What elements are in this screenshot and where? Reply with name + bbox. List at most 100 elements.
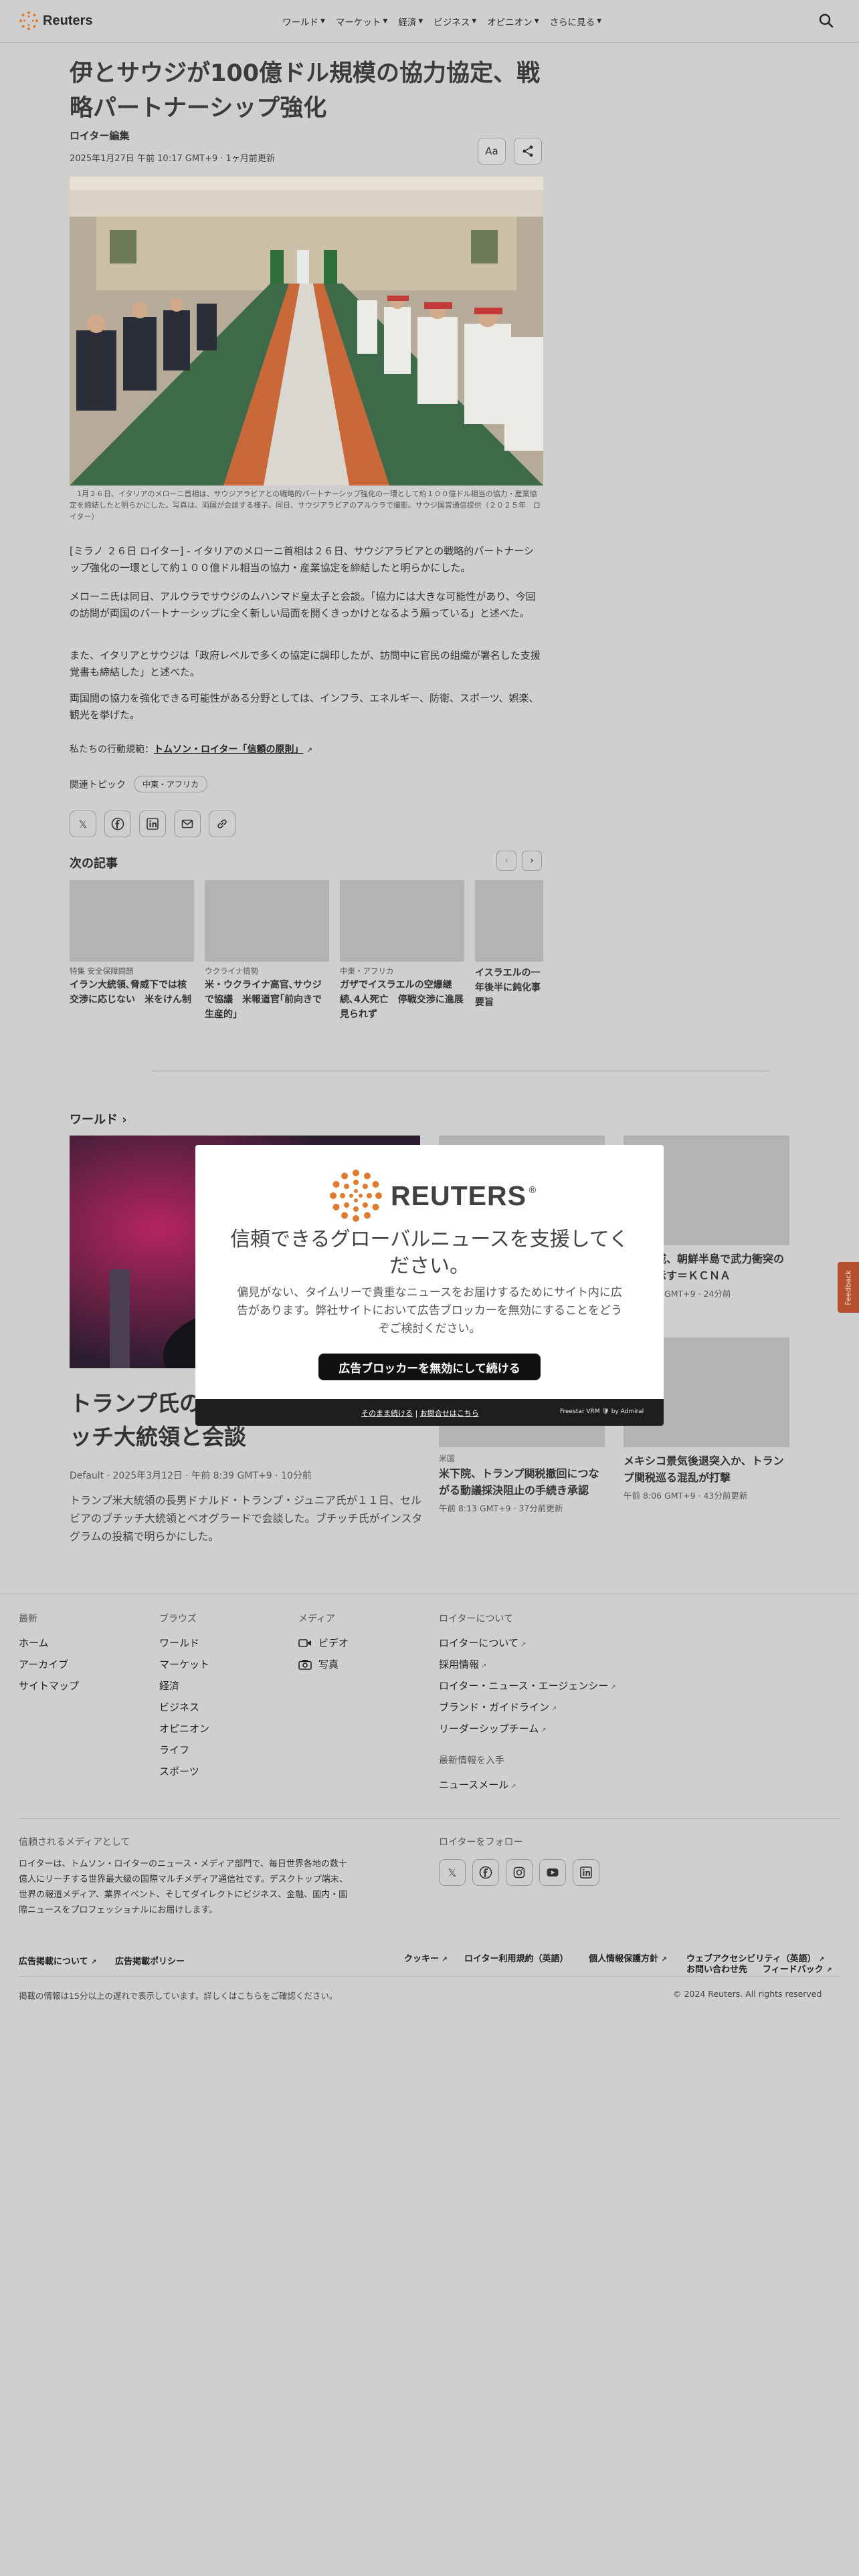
continue-link[interactable]: そのまま続ける	[361, 1409, 413, 1418]
footer-link-leadership[interactable]: リーダーシップチーム ↗	[439, 1721, 547, 1735]
chevron-down-icon: ▼	[383, 18, 388, 25]
side-story-time: 午前 8:13 GMT+9 · 37分前更新	[439, 1503, 563, 1513]
footer-link-cookies[interactable]: クッキー ↗	[404, 1951, 448, 1964]
feedback-label: Feedback	[844, 1269, 853, 1305]
carousel-card[interactable]: ウクライナ情勢 米・ウクライナ高官､サウジで協議 米報道官｢前向きで生産的｣	[205, 880, 329, 1022]
card-tag: 特集 安全保障問題	[70, 966, 134, 976]
footer-link[interactable]: マーケット	[159, 1657, 209, 1671]
powered-by: Freestar VRM 🛡 by Admiral	[560, 1408, 644, 1415]
disable-adblocker-button[interactable]: 広告ブロッカーを無効にして続ける	[318, 1354, 541, 1380]
footer-link-label: 写真	[318, 1658, 339, 1671]
text-size-button[interactable]: Aa	[478, 138, 506, 165]
footer-link-label: ロイター利用規約（英語）	[464, 1954, 569, 1964]
footer-link-newsletters[interactable]: ニュースメール ↗	[439, 1778, 516, 1792]
copy-link-button[interactable]	[209, 811, 235, 837]
footer-link-careers[interactable]: 採用情報 ↗	[439, 1657, 486, 1671]
share-email-button[interactable]	[174, 811, 201, 837]
footer-link-sitemap[interactable]: サイトマップ	[19, 1679, 79, 1693]
external-link-icon: ↗	[510, 1783, 516, 1790]
share-button[interactable]	[514, 138, 542, 165]
byline[interactable]: ロイター編集	[70, 128, 129, 142]
card-title[interactable]: イスラエルの一年後半に鈍化事要旨	[475, 966, 543, 1010]
principles-prefix: 私たちの行動規範：	[70, 744, 154, 755]
footer-link-label: ロイターについて	[439, 1637, 518, 1649]
footer-link-contact[interactable]: お問い合わせ先	[686, 1962, 747, 1975]
carousel-card[interactable]: 特集 安全保障問題イラン大統領､脅威下では核交渉に応じない 米をけん制	[70, 880, 194, 1007]
footer-link[interactable]: ライフ	[159, 1743, 189, 1757]
side-story-title[interactable]: 米下院、トランプ関税撤回につながる動議採決阻止の手続き承認	[439, 1465, 605, 1499]
footer-link-brand-guidelines[interactable]: ブランド・ガイドライン ↗	[439, 1700, 557, 1714]
section-title-world[interactable]: ワールド ›	[70, 1110, 127, 1128]
reuters-logo-icon	[330, 1170, 382, 1222]
lead-story-description: トランプ米大統領の長男ドナルド・トランプ・ジュニア氏が１１日、セルビアのブチッチ…	[70, 1494, 423, 1543]
footer-link[interactable]: 経済	[159, 1679, 179, 1693]
footer-link-archive[interactable]: アーカイブ	[19, 1657, 68, 1671]
carousel-card[interactable]: 中東・アフリカ ガザでイスラエルの空爆継続､4人死亡 停戦交渉に進展見られず	[340, 880, 464, 1022]
principles-link[interactable]: トムソン・ロイター「信頼の原則」	[154, 744, 303, 755]
nav-item-more[interactable]: さらに見る ▼	[550, 15, 601, 28]
carousel-card[interactable]: イスラエルの一年後半に鈍化事要旨	[475, 880, 543, 1010]
share-icon	[522, 145, 533, 157]
topics-label: 関連トピック	[70, 779, 126, 790]
nav-item-business[interactable]: ビジネス ▼	[434, 15, 476, 28]
card-title[interactable]: イラン大統領､脅威下では核交渉に応じない 米をけん制	[70, 978, 194, 1007]
footer-link-privacy[interactable]: 個人情報保護方針 ↗	[589, 1951, 667, 1964]
footer-link[interactable]: ビジネス	[159, 1700, 199, 1714]
share-x-button[interactable]: 𝕏	[70, 811, 96, 837]
help-link[interactable]: お問合せはこちら	[420, 1409, 479, 1418]
follow-facebook-button[interactable]	[472, 1859, 499, 1886]
follow-x-button[interactable]: 𝕏	[439, 1859, 466, 1886]
follow-linkedin-button[interactable]	[573, 1859, 599, 1886]
nav-item-economy[interactable]: 経済 ▼	[398, 15, 423, 28]
article-photo[interactable]	[70, 177, 543, 486]
nav-item-world[interactable]: ワールド ▼	[282, 15, 325, 28]
card-title[interactable]: 米・ウクライナ高官､サウジで協議 米報道官｢前向きで生産的｣	[205, 978, 329, 1022]
external-link-icon: ↗	[481, 1662, 487, 1670]
follow-instagram-button[interactable]	[506, 1859, 533, 1886]
footer-link[interactable]: ワールド	[159, 1636, 199, 1650]
side-story-title[interactable]: メキシコ景気後退突入か、トランプ関税巡る混乱が打撃	[624, 1453, 789, 1486]
footer-heading-media: メディア	[298, 1614, 336, 1624]
search-button[interactable]	[816, 11, 836, 31]
reuters-logo[interactable]: Reuters	[19, 11, 92, 31]
footer-link-advertise[interactable]: 広告掲載について ↗	[19, 1954, 97, 1967]
footer-link-ad-policy[interactable]: 広告掲載ポリシー	[115, 1954, 185, 1967]
card-image	[475, 880, 543, 962]
footer-link[interactable]: オピニオン	[159, 1721, 209, 1735]
footer-link-photos[interactable]: 写真	[298, 1657, 339, 1671]
mail-icon	[181, 819, 193, 829]
footer-link-news-agency[interactable]: ロイター・ニュース・エージェンシー ↗	[439, 1679, 616, 1693]
carousel-next-button[interactable]: ›	[522, 851, 542, 871]
modal-brand: REUTERS ®	[329, 1169, 537, 1222]
footer-heading-latest: 最新	[19, 1614, 37, 1624]
carousel-prev-button[interactable]: ‹	[496, 851, 516, 871]
card-title[interactable]: ガザでイスラエルの空爆継続､4人死亡 停戦交渉に進展見られず	[340, 978, 464, 1022]
footer-link-feedback[interactable]: フィードバック ↗	[763, 1962, 832, 1975]
footer-link-home[interactable]: ホーム	[19, 1636, 49, 1650]
nav-label: さらに見る	[549, 17, 595, 28]
footer-link-video[interactable]: ビデオ	[298, 1636, 349, 1650]
topic-chip[interactable]: 中東・アフリカ	[134, 776, 208, 792]
feedback-tab[interactable]: Feedback	[838, 1262, 859, 1313]
section-title-label: ワールド	[70, 1113, 118, 1127]
card-image	[340, 880, 464, 962]
share-facebook-button[interactable]	[104, 811, 131, 837]
text-size-label: Aa	[485, 145, 498, 157]
footer-link-about[interactable]: ロイターについて ↗	[439, 1636, 526, 1650]
nav-label: ビジネス	[434, 17, 470, 28]
footer-link-terms[interactable]: ロイター利用規約（英語）	[464, 1951, 568, 1964]
follow-youtube-button[interactable]	[539, 1859, 566, 1886]
linkedin-icon	[147, 818, 159, 830]
nav-item-opinion[interactable]: オピニオン ▼	[487, 15, 539, 28]
nav-item-markets[interactable]: マーケット ▼	[336, 15, 387, 28]
footer-link[interactable]: スポーツ	[159, 1764, 199, 1778]
footer-link-label: ニュースメール	[439, 1779, 509, 1791]
footer-link-label: 広告掲載について	[19, 1957, 88, 1967]
copyright: © 2024 Reuters. All rights reserved	[673, 1989, 822, 1999]
share-linkedin-button[interactable]	[139, 811, 166, 837]
adblock-modal: REUTERS ® 信頼できるグローバルニュースを支援してください。 偏見がない、…	[195, 1145, 664, 1426]
footer-link-label: 個人情報保護方針	[589, 1954, 659, 1964]
facebook-icon	[479, 1866, 492, 1879]
x-icon: 𝕏	[448, 1866, 457, 1879]
facebook-icon	[111, 817, 124, 831]
